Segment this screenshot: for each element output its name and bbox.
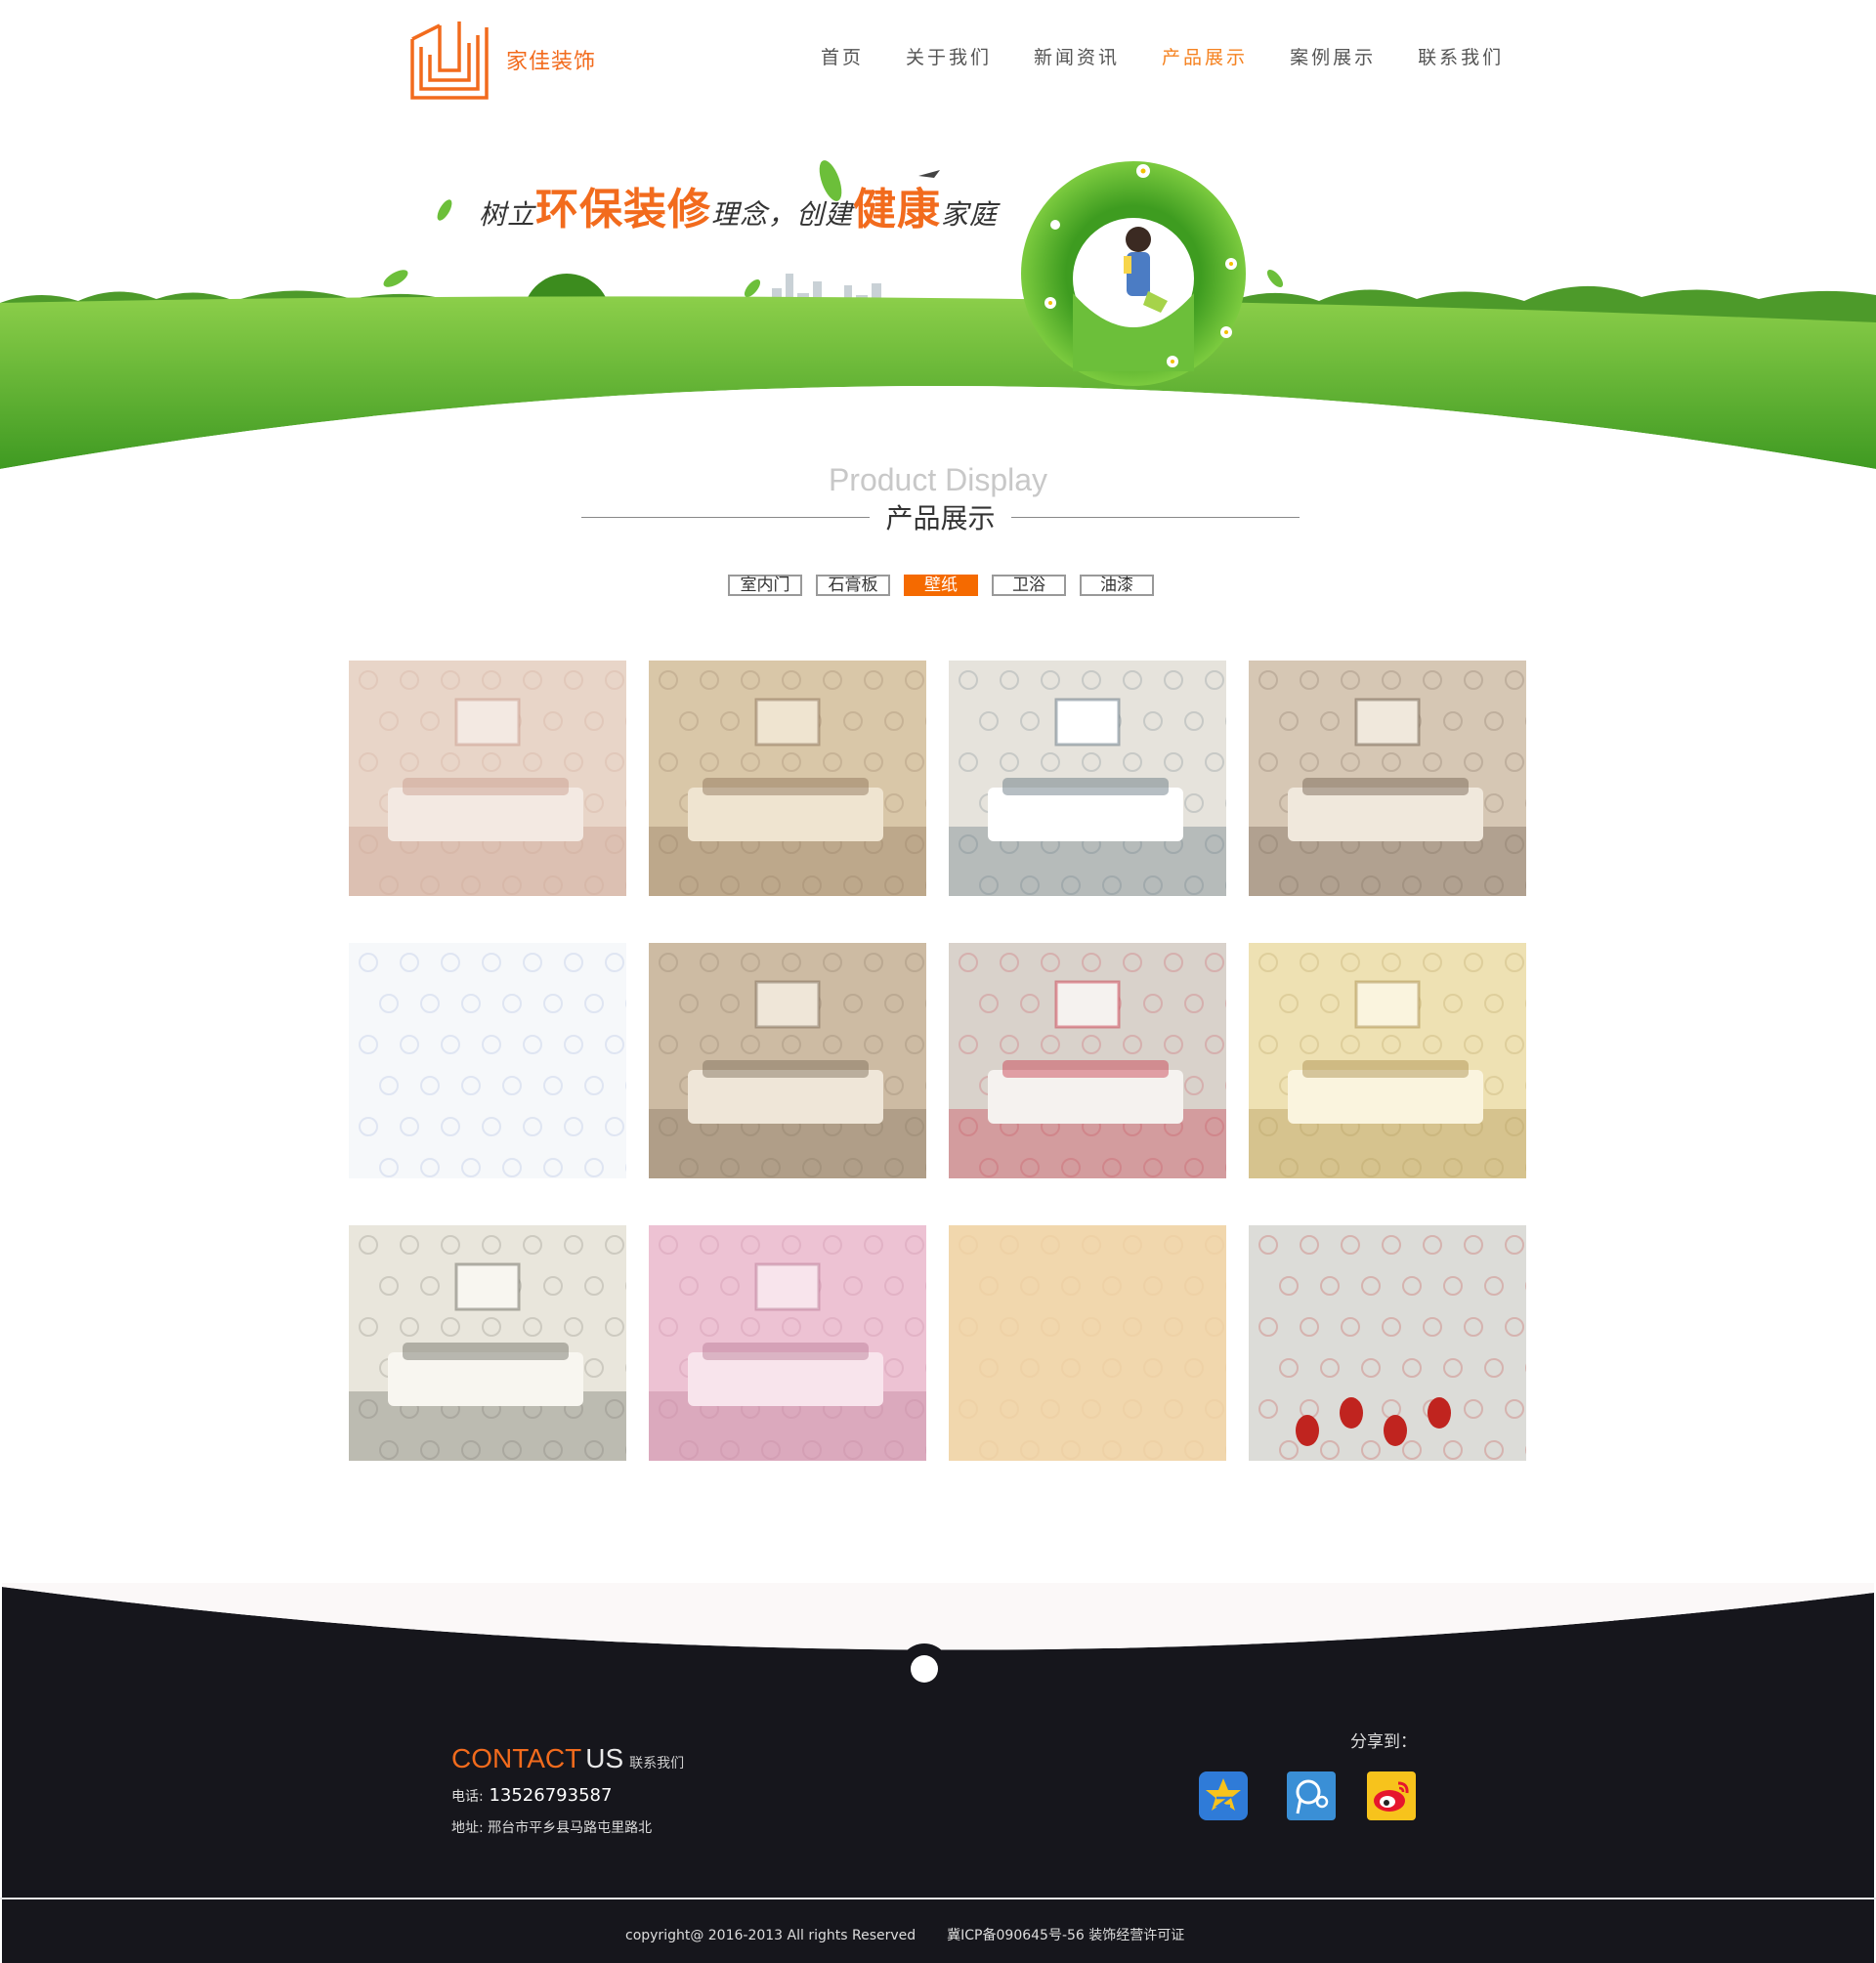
contact-word: CONTACT	[451, 1743, 582, 1773]
product-image	[649, 1225, 926, 1461]
contact-zh: 联系我们	[629, 1756, 685, 1771]
product-card[interactable]	[1249, 661, 1526, 896]
tab-wallpaper[interactable]: 壁纸	[904, 575, 978, 596]
product-card[interactable]	[949, 943, 1226, 1178]
nav-cases[interactable]: 案例展示	[1290, 43, 1376, 69]
nav-about[interactable]: 关于我们	[906, 43, 992, 69]
nav-news[interactable]: 新闻资讯	[1034, 43, 1120, 69]
product-card[interactable]	[649, 661, 926, 896]
product-card[interactable]	[1249, 943, 1526, 1178]
tencent-weibo-icon[interactable]	[1285, 1770, 1338, 1822]
slogan-part-4: 创建	[796, 198, 854, 231]
slogan-highlight-1: 环保装修	[535, 185, 712, 235]
sina-weibo-icon[interactable]	[1365, 1770, 1418, 1822]
tab-interior-door[interactable]: 室内门	[728, 575, 802, 596]
product-image	[949, 661, 1226, 896]
slogan-part-3: 理念，	[711, 198, 797, 231]
product-image	[1249, 661, 1526, 896]
product-card[interactable]	[1249, 1225, 1526, 1461]
site-header: 家佳装饰 首页 关于我们 新闻资讯 产品展示 案例展示 联系我们	[0, 0, 1876, 117]
us-word: US	[585, 1743, 624, 1773]
tab-bathroom[interactable]: 卫浴	[992, 575, 1066, 596]
section-title: 产品展示	[581, 493, 1300, 542]
nav-contact[interactable]: 联系我们	[1418, 43, 1504, 69]
product-card[interactable]	[349, 661, 626, 896]
slogan-highlight-2: 健康	[853, 185, 942, 235]
product-image	[349, 943, 626, 1178]
product-image	[1249, 943, 1526, 1178]
product-card[interactable]	[649, 943, 926, 1178]
contact-phone: 电话: 13526793587	[451, 1785, 612, 1806]
logo-icon	[410, 21, 489, 100]
icp-license[interactable]: 冀ICP备090645号-56 装饰经营许可证	[947, 1928, 1184, 1943]
product-card[interactable]	[349, 1225, 626, 1461]
phone-number[interactable]: 13526793587	[489, 1785, 612, 1806]
footer-divider	[0, 1898, 1876, 1899]
copyright-line: copyright@ 2016-2013 All rights Reserved…	[625, 1925, 1184, 1944]
phone-label: 电话:	[451, 1789, 484, 1805]
product-image	[349, 661, 626, 896]
contact-address: 地址: 邢台市平乡县马路屯里路北	[451, 1820, 653, 1836]
product-image	[349, 1225, 626, 1461]
contact-heading: CONTACT US 联系我们	[451, 1743, 684, 1774]
footer-background	[0, 1583, 1876, 1963]
product-image	[949, 943, 1226, 1178]
logo[interactable]: 家佳装饰	[410, 20, 596, 100]
qzone-icon[interactable]	[1197, 1770, 1250, 1822]
product-image	[1249, 1225, 1526, 1461]
hero-banner: 树立环保装修理念，创建健康家庭	[0, 127, 1876, 479]
footer-dot-icon	[911, 1655, 938, 1683]
site-footer: CONTACT US 联系我们 电话: 13526793587 地址: 邢台市平乡县…	[0, 1583, 1876, 1963]
product-category-tabs: 室内门 石膏板 壁纸 卫浴 油漆	[728, 575, 1168, 596]
product-card[interactable]	[649, 1225, 926, 1461]
brand-name: 家佳装饰	[506, 50, 597, 74]
product-image	[649, 943, 926, 1178]
slogan-part-1: 树立	[479, 198, 536, 231]
tab-paint[interactable]: 油漆	[1080, 575, 1154, 596]
title-divider-right	[1011, 517, 1300, 518]
product-image	[649, 661, 926, 896]
nav-products[interactable]: 产品展示	[1162, 43, 1248, 69]
copyright-text: copyright@ 2016-2013 All rights Reserved	[625, 1928, 917, 1943]
product-card[interactable]	[349, 943, 626, 1178]
nav-home[interactable]: 首页	[821, 43, 864, 69]
product-image	[949, 1225, 1226, 1461]
product-card[interactable]	[949, 1225, 1226, 1461]
slogan-part-6: 家庭	[941, 198, 999, 231]
main-nav: 首页 关于我们 新闻资讯 产品展示 案例展示 联系我们	[821, 43, 1546, 69]
share-label: 分享到：	[1350, 1732, 1417, 1752]
banner-slogan: 树立环保装修理念，创建健康家庭	[479, 174, 998, 236]
product-card[interactable]	[949, 661, 1226, 896]
tab-gypsum-board[interactable]: 石膏板	[816, 575, 890, 596]
